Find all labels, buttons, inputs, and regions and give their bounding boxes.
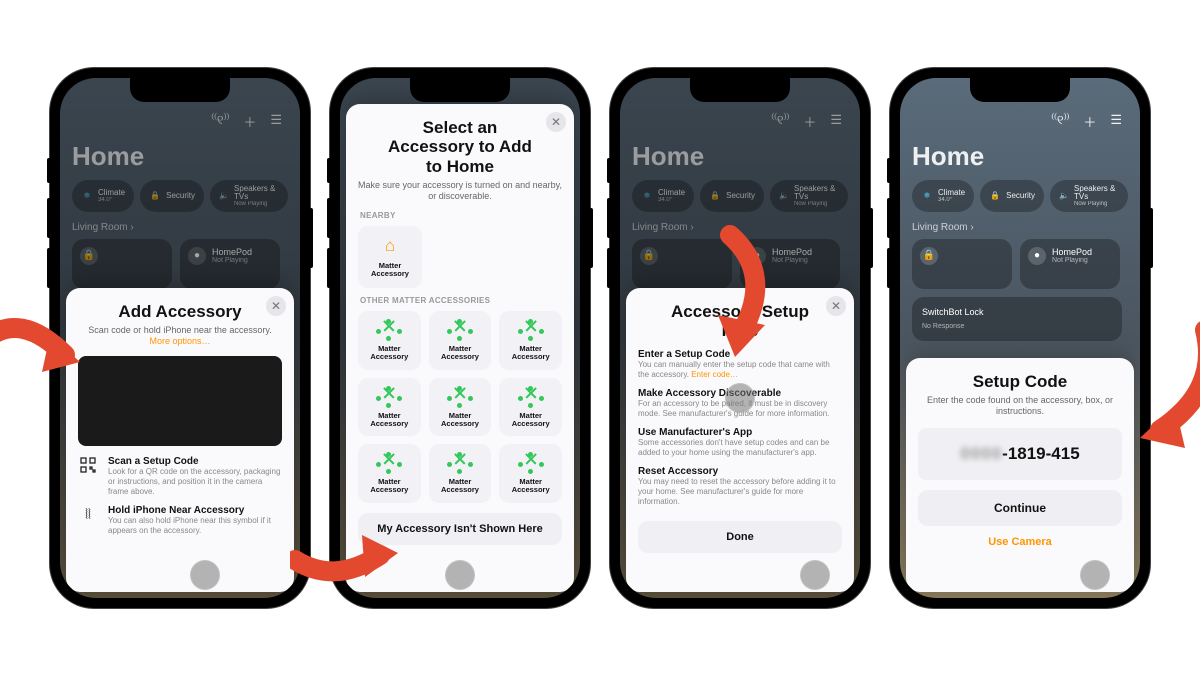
room-label[interactable]: Living Room › <box>72 222 288 233</box>
camera-viewfinder[interactable] <box>78 356 282 446</box>
assistive-touch-icon[interactable] <box>445 560 475 590</box>
sheet-subtitle: Enter the code found on the accessory, b… <box>918 395 1122 418</box>
help-enter-code[interactable]: Enter a Setup Code You can manually ente… <box>638 349 842 380</box>
done-button[interactable]: Done <box>638 521 842 553</box>
phone-1: ⁽⁽୧⁾⁾ ＋ ☰ Home ❄︎Climate34.0° 🔒Security … <box>50 68 310 608</box>
page-title: Home <box>72 141 288 172</box>
nearby-accessory-card[interactable]: ⌂ Matter Accessory <box>358 226 422 289</box>
section-nearby: NEARBY <box>360 211 560 220</box>
help-reset: Reset Accessory You may need to reset th… <box>638 466 842 507</box>
add-icon[interactable]: ＋ <box>243 112 256 131</box>
matter-icon <box>518 386 544 408</box>
matter-accessory-card[interactable]: Matter Accessory <box>429 378 492 437</box>
close-icon[interactable]: ✕ <box>266 296 286 316</box>
tile-lock-small[interactable]: 🔒 <box>72 239 172 289</box>
matter-icon <box>447 319 473 341</box>
matter-icon <box>518 452 544 474</box>
matter-accessory-card[interactable]: Matter Accessory <box>499 444 562 503</box>
close-icon[interactable]: ✕ <box>826 296 846 316</box>
sheet-title: Setup Code <box>938 372 1102 392</box>
sheet-title: Add Accessory <box>98 302 262 322</box>
help-manufacturer-app: Use Manufacturer's App Some accessories … <box>638 427 842 458</box>
more-icon[interactable]: ☰ <box>270 112 282 131</box>
broadcast-icon[interactable]: ⁽⁽୧⁾⁾ <box>211 112 229 131</box>
nfc-icon: ⦚⦚ <box>78 505 98 536</box>
matter-accessory-card[interactable]: Matter Accessory <box>429 311 492 370</box>
screen-4: ⁽⁽୧⁾⁾＋☰ Home ❄︎Climate34.0° 🔒Security 🔈S… <box>900 78 1140 598</box>
lock-icon: 🔒 <box>80 247 98 265</box>
sheet-title: Accessory Setup Help <box>658 302 822 341</box>
enter-code-link[interactable]: Enter code… <box>691 370 738 379</box>
matter-accessory-card[interactable]: Matter Accessory <box>499 311 562 370</box>
continue-button[interactable]: Continue <box>918 490 1122 526</box>
matter-icon <box>376 319 402 341</box>
climate-icon: ❄︎ <box>81 190 93 202</box>
chip-speakers[interactable]: 🔈Speakers & TVsNow Playing <box>210 180 288 212</box>
lock-icon: 🔒 <box>149 190 161 202</box>
matter-grid: Matter Accessory Matter Accessory Matter… <box>358 311 562 503</box>
option-scan-code[interactable]: Scan a Setup CodeLook for a QR code on t… <box>78 456 282 497</box>
close-icon[interactable]: ✕ <box>546 112 566 132</box>
qr-icon <box>78 456 98 497</box>
sheet-subtitle: Make sure your accessory is turned on an… <box>358 180 562 203</box>
chip-security[interactable]: 🔒Security <box>140 180 204 212</box>
matter-accessory-card[interactable]: Matter Accessory <box>358 311 421 370</box>
setup-code-field[interactable]: 0000-1819-415 <box>918 428 1122 480</box>
matter-icon <box>376 386 402 408</box>
matter-icon <box>376 452 402 474</box>
not-shown-button[interactable]: My Accessory Isn't Shown Here <box>358 513 562 545</box>
assistive-touch-icon[interactable] <box>800 560 830 590</box>
assistive-touch-icon[interactable] <box>190 560 220 590</box>
home-toolbar: ⁽⁽୧⁾⁾ ＋ ☰ <box>72 108 288 139</box>
phone-4: ⁽⁽୧⁾⁾＋☰ Home ❄︎Climate34.0° 🔒Security 🔈S… <box>890 68 1150 608</box>
matter-accessory-card[interactable]: Matter Accessory <box>429 444 492 503</box>
assistive-touch-icon[interactable] <box>725 383 755 413</box>
speaker-icon: 🔈 <box>219 190 229 202</box>
phone-3: ⁽⁽୧⁾⁾＋☰ Home ❄︎Climate34.0° 🔒Security 🔈S… <box>610 68 870 608</box>
matter-accessory-card[interactable]: Matter Accessory <box>358 444 421 503</box>
home-icon: ⌂ <box>368 236 412 256</box>
sheet-title: Select an Accessory to Add to Home <box>378 118 542 177</box>
sheet-setup-code: Setup Code Enter the code found on the a… <box>906 358 1134 592</box>
screen-2: ⁽⁽୧⁾⁾＋☰ ✕ Select an Accessory to Add to … <box>340 78 580 598</box>
option-nfc[interactable]: ⦚⦚ Hold iPhone Near AccessoryYou can als… <box>78 505 282 536</box>
matter-accessory-card[interactable]: Matter Accessory <box>358 378 421 437</box>
sheet-select-accessory: ✕ Select an Accessory to Add to Home Mak… <box>346 104 574 592</box>
use-camera-link[interactable]: Use Camera <box>918 526 1122 550</box>
matter-icon <box>447 452 473 474</box>
matter-accessory-card[interactable]: Matter Accessory <box>499 378 562 437</box>
section-other: OTHER MATTER ACCESSORIES <box>360 296 560 305</box>
chip-climate[interactable]: ❄︎Climate34.0° <box>72 180 134 212</box>
more-options-link[interactable]: More options… <box>149 336 210 346</box>
sheet-setup-help: ✕ Accessory Setup Help Enter a Setup Cod… <box>626 288 854 592</box>
phone-2: ⁽⁽୧⁾⁾＋☰ ✕ Select an Accessory to Add to … <box>330 68 590 608</box>
screen-1: ⁽⁽୧⁾⁾ ＋ ☰ Home ❄︎Climate34.0° 🔒Security … <box>60 78 300 598</box>
matter-icon <box>518 319 544 341</box>
tile-homepod[interactable]: ●HomePodNot Playing <box>180 239 280 289</box>
sheet-add-accessory: ✕ Add Accessory Scan code or hold iPhone… <box>66 288 294 592</box>
screen-3: ⁽⁽୧⁾⁾＋☰ Home ❄︎Climate34.0° 🔒Security 🔈S… <box>620 78 860 598</box>
assistive-touch-icon[interactable] <box>1080 560 1110 590</box>
sheet-subtitle: Scan code or hold iPhone near the access… <box>78 325 282 348</box>
homepod-icon: ● <box>188 247 206 265</box>
matter-icon <box>447 386 473 408</box>
